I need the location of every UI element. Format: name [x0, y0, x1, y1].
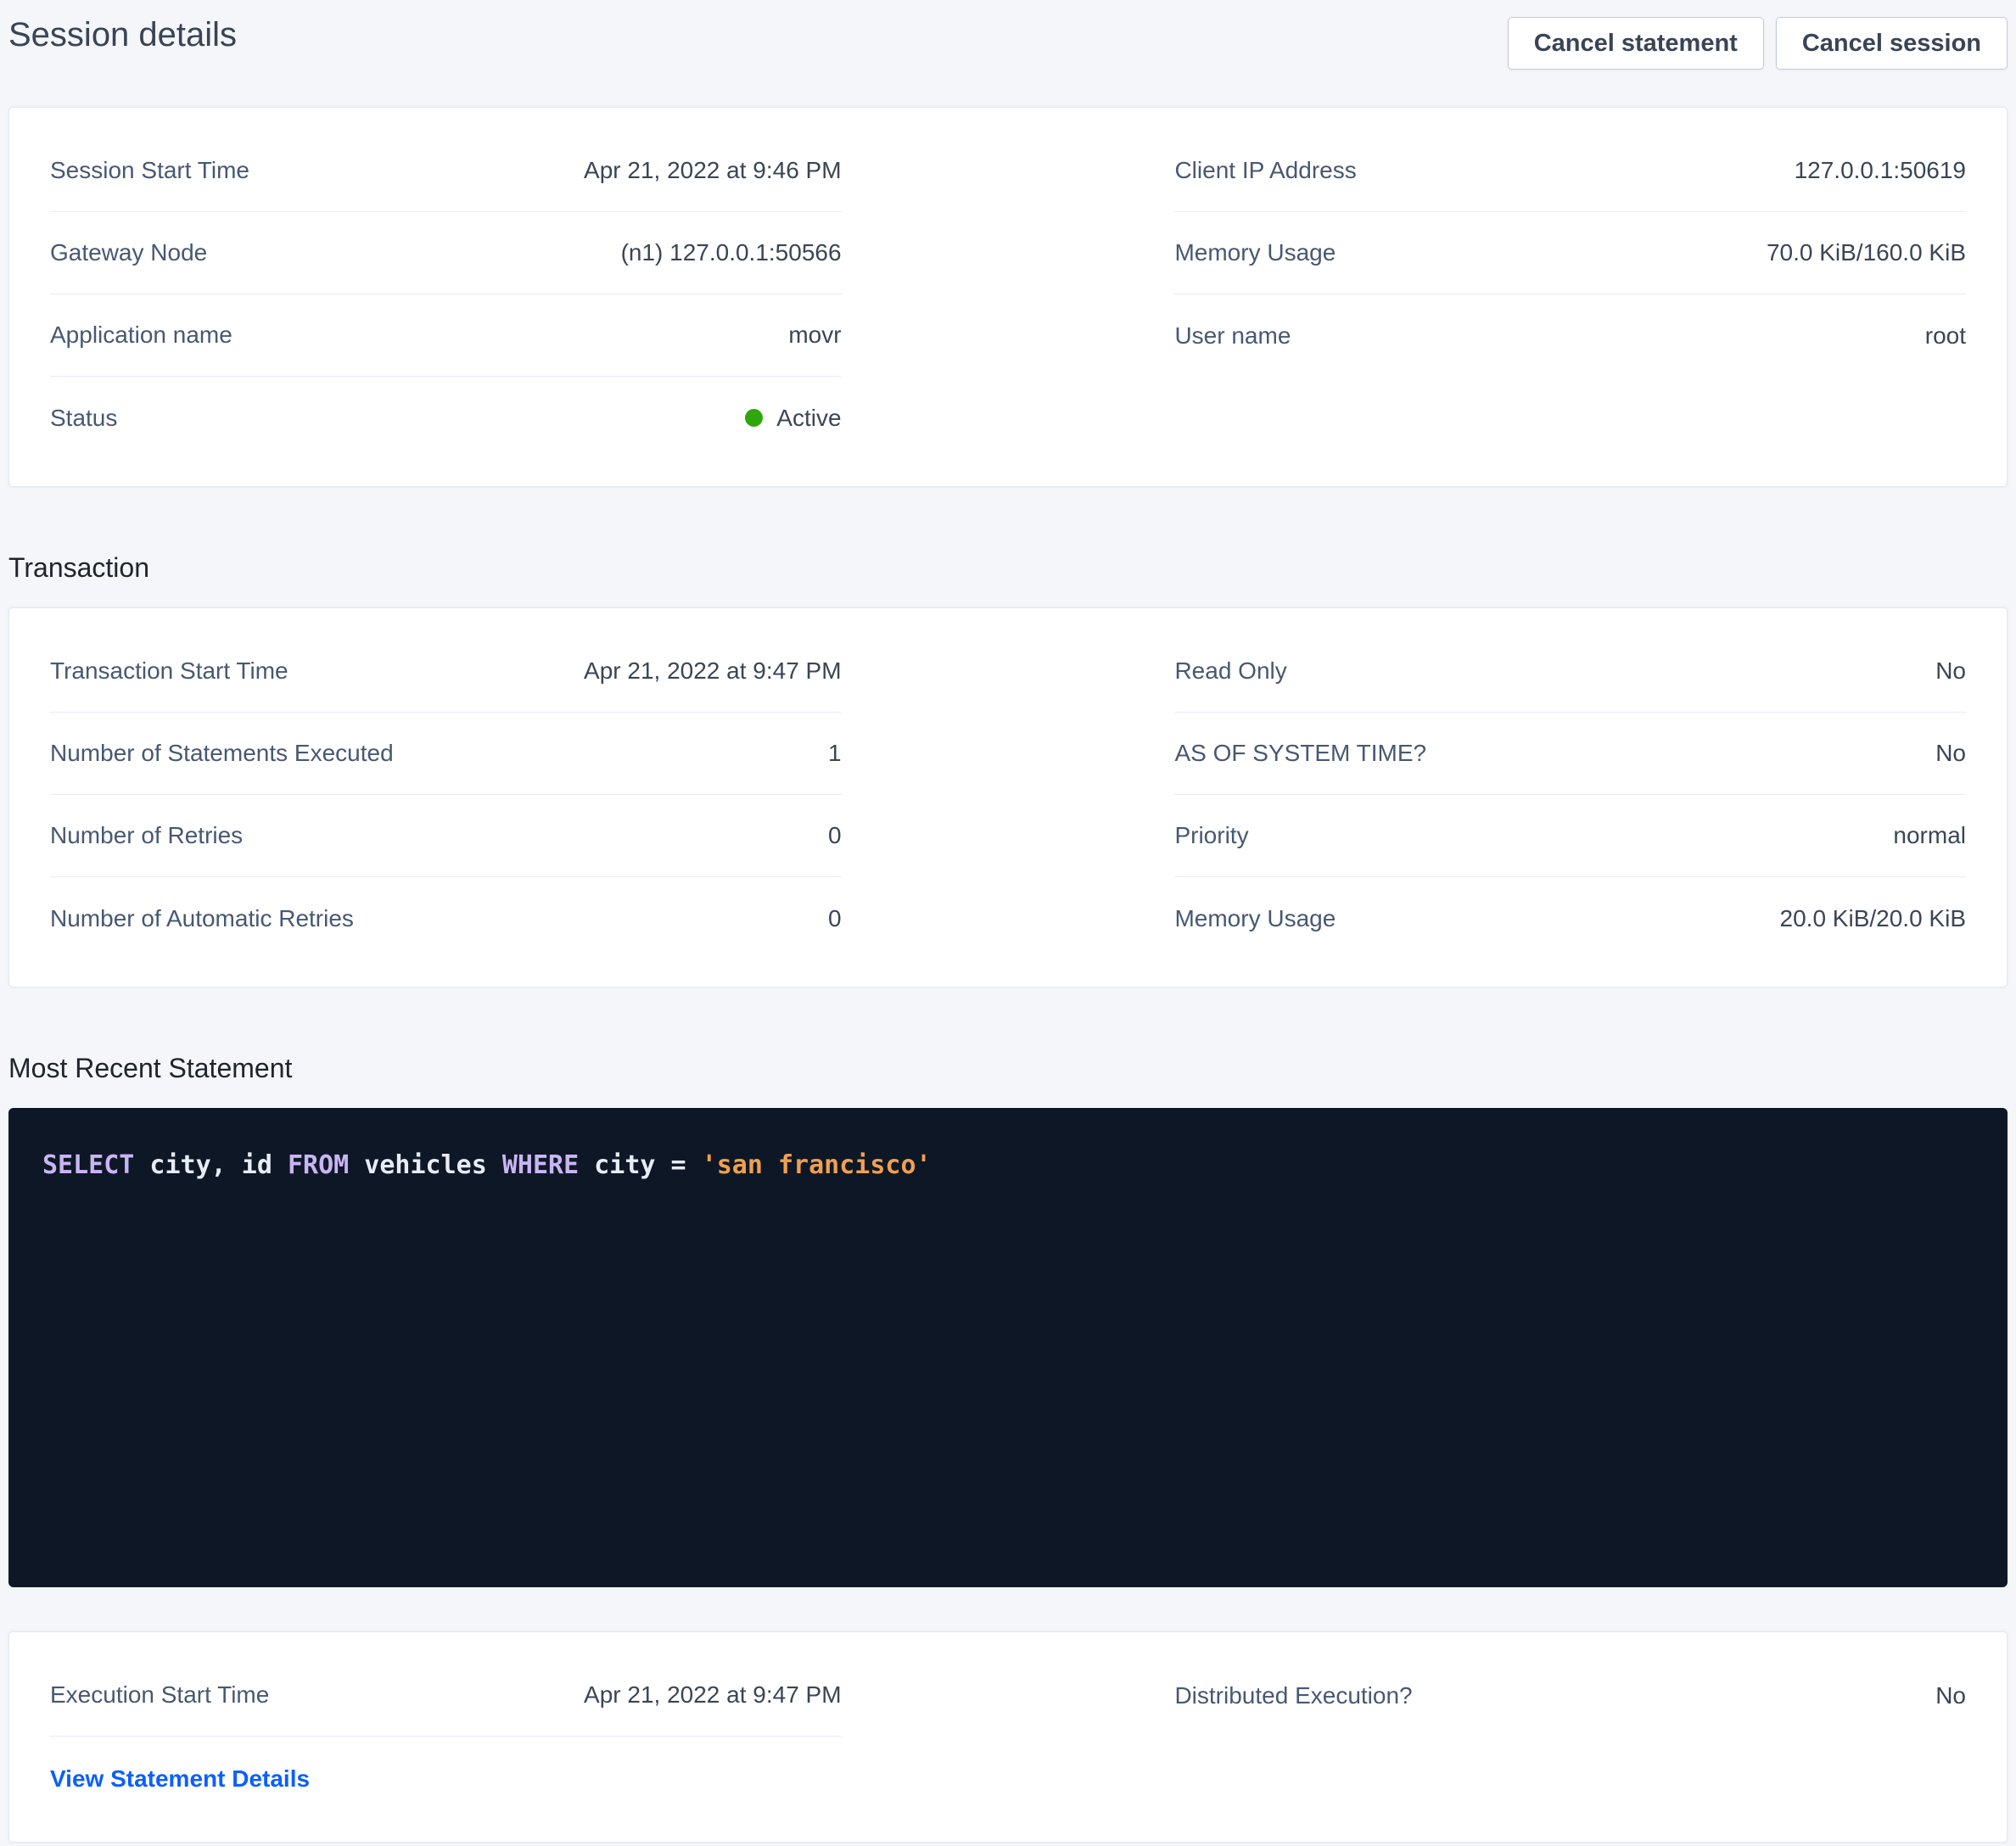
row-label: Memory Usage: [1174, 905, 1336, 932]
execution-left-column: Execution Start Time Apr 21, 2022 at 9:4…: [50, 1654, 842, 1793]
session-summary-card: Session Start Time Apr 21, 2022 at 9:46 …: [8, 107, 2008, 487]
row-label: Read Only: [1174, 657, 1286, 685]
application-name-row: Application name movr: [50, 294, 842, 377]
sql-statement: SELECT city, id FROM vehicles WHERE city…: [42, 1149, 1974, 1183]
row-value: root: [1925, 322, 1966, 350]
row-value: No: [1935, 657, 1966, 685]
row-label: Application name: [50, 322, 232, 349]
row-label: Priority: [1174, 822, 1248, 849]
sql-string-literal: 'san francisco': [702, 1150, 932, 1180]
transaction-section-title: Transaction: [8, 550, 2008, 585]
row-label: Number of Retries: [50, 822, 243, 849]
gateway-node-link[interactable]: (n1) 127.0.0.1:50566: [621, 239, 842, 266]
sql-keyword: WHERE: [502, 1150, 579, 1180]
row-label: User name: [1174, 322, 1291, 350]
row-value: movr: [788, 322, 841, 349]
row-label: Number of Automatic Retries: [50, 905, 354, 932]
status-text: Active: [776, 405, 841, 432]
cancel-statement-button[interactable]: Cancel statement: [1508, 17, 1764, 70]
user-name-row: User name root: [1174, 294, 1966, 377]
row-label: Gateway Node: [50, 239, 207, 266]
row-label: Transaction Start Time: [50, 657, 288, 685]
session-details-page: Session details Cancel statement Cancel …: [0, 0, 2016, 1846]
transaction-right-column: Read Only No AS OF SYSTEM TIME? No Prior…: [1174, 630, 1966, 959]
sql-text: vehicles: [349, 1150, 502, 1180]
distributed-execution-row: Distributed Execution? No: [1174, 1654, 1966, 1737]
transaction-start-time-row: Transaction Start Time Apr 21, 2022 at 9…: [50, 630, 842, 713]
transaction-memory-usage-row: Memory Usage 20.0 KiB/20.0 KiB: [1174, 877, 1966, 959]
automatic-retries-row: Number of Automatic Retries 0: [50, 877, 842, 959]
sql-text: city =: [579, 1150, 702, 1180]
row-value: Apr 21, 2022 at 9:47 PM: [584, 657, 842, 685]
cancel-session-button[interactable]: Cancel session: [1776, 17, 2008, 70]
row-label: Status: [50, 405, 117, 432]
row-label: Memory Usage: [1174, 239, 1336, 266]
execution-start-time-row: Execution Start Time Apr 21, 2022 at 9:4…: [50, 1654, 842, 1737]
sql-keyword: SELECT: [42, 1150, 134, 1180]
session-start-time-row: Session Start Time Apr 21, 2022 at 9:46 …: [50, 130, 842, 212]
row-value: Apr 21, 2022 at 9:46 PM: [584, 157, 842, 184]
statements-executed-row: Number of Statements Executed 1: [50, 713, 842, 795]
execution-card-columns: Execution Start Time Apr 21, 2022 at 9:4…: [50, 1654, 1966, 1793]
transaction-card: Transaction Start Time Apr 21, 2022 at 9…: [8, 607, 2008, 987]
row-label: Session Start Time: [50, 157, 249, 184]
row-value: 1: [828, 740, 842, 767]
row-value: normal: [1893, 822, 1966, 849]
priority-row: Priority normal: [1174, 795, 1966, 877]
row-label: AS OF SYSTEM TIME?: [1174, 740, 1426, 767]
row-value: Apr 21, 2022 at 9:47 PM: [584, 1681, 842, 1709]
session-summary-right-column: Client IP Address 127.0.0.1:50619 Memory…: [1174, 130, 1966, 459]
transaction-left-column: Transaction Start Time Apr 21, 2022 at 9…: [50, 630, 842, 959]
session-memory-usage-row: Memory Usage 70.0 KiB/160.0 KiB: [1174, 212, 1966, 294]
row-value: 20.0 KiB/20.0 KiB: [1780, 905, 1966, 932]
header-actions: Cancel statement Cancel session: [1508, 12, 2008, 70]
as-of-system-time-row: AS OF SYSTEM TIME? No: [1174, 713, 1966, 795]
sql-statement-box: SELECT city, id FROM vehicles WHERE city…: [8, 1108, 2008, 1587]
page-title: Session details: [8, 12, 237, 58]
row-value: No: [1935, 740, 1966, 767]
row-value: 127.0.0.1:50619: [1795, 157, 1966, 184]
execution-card: Execution Start Time Apr 21, 2022 at 9:4…: [8, 1631, 2008, 1843]
session-summary-left-column: Session Start Time Apr 21, 2022 at 9:46 …: [50, 130, 842, 459]
row-value: 0: [828, 905, 842, 932]
row-label: Execution Start Time: [50, 1681, 269, 1709]
read-only-row: Read Only No: [1174, 630, 1966, 713]
row-value: 0: [828, 822, 842, 849]
sql-text: city, id: [134, 1150, 288, 1180]
retries-row: Number of Retries 0: [50, 795, 842, 877]
row-value: 70.0 KiB/160.0 KiB: [1767, 239, 1966, 266]
gateway-node-row: Gateway Node (n1) 127.0.0.1:50566: [50, 212, 842, 294]
status-row: Status Active: [50, 377, 842, 459]
statement-section-title: Most Recent Statement: [8, 1050, 2008, 1086]
row-label: Number of Statements Executed: [50, 740, 394, 767]
page-header: Session details Cancel statement Cancel …: [8, 0, 2008, 70]
view-statement-details-row: View Statement Details: [50, 1765, 842, 1793]
view-statement-details-link[interactable]: View Statement Details: [50, 1765, 310, 1792]
execution-right-column: Distributed Execution? No: [1174, 1654, 1966, 1793]
row-label: Distributed Execution?: [1174, 1682, 1412, 1709]
client-ip-row: Client IP Address 127.0.0.1:50619: [1174, 130, 1966, 212]
row-value: No: [1935, 1682, 1966, 1709]
status-badge: Active: [745, 405, 841, 432]
row-label: Client IP Address: [1174, 157, 1356, 184]
status-active-dot-icon: [745, 409, 763, 427]
sql-keyword: FROM: [288, 1150, 349, 1180]
